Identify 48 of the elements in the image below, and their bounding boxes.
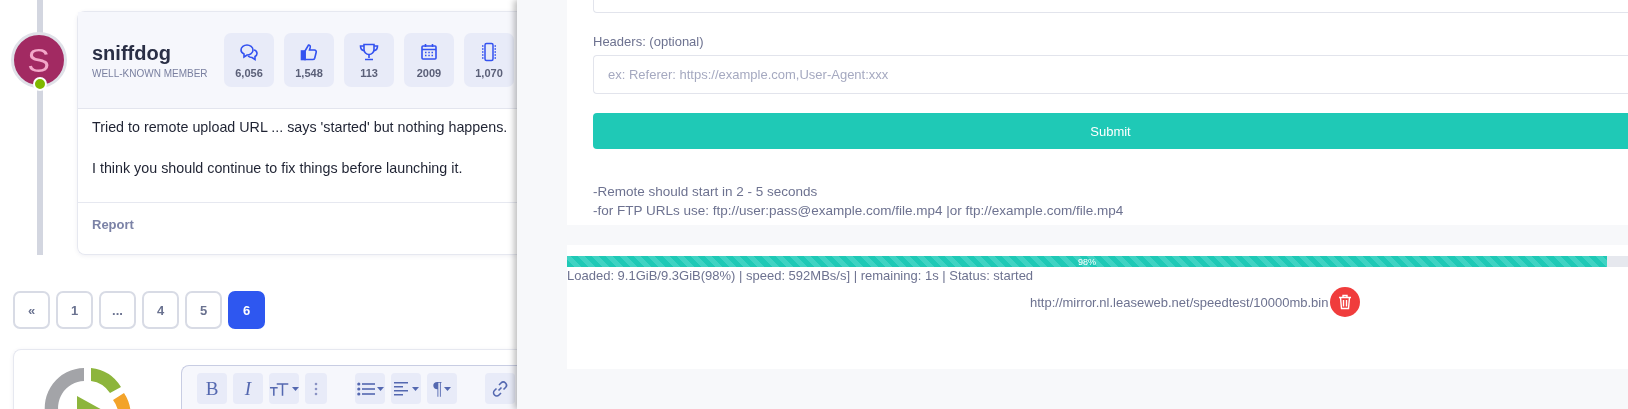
format-button[interactable] [485, 373, 515, 404]
delete-button[interactable] [1330, 287, 1361, 317]
trash-icon [1338, 294, 1353, 310]
bullet-list-icon [356, 381, 375, 396]
align-left-icon [393, 381, 410, 396]
field-label: Headers: (optional) [593, 34, 705, 49]
headers-input[interactable]: ex: Referer: https://example.com,User-Agent:xxx [593, 55, 1628, 94]
caret-icon [292, 386, 299, 391]
text-size-icon [269, 380, 291, 397]
format-button[interactable]: ¶ [427, 373, 457, 404]
caret-icon [443, 386, 451, 391]
help-text: -for FTP URLs use: ftp://user:pass@example.com/file.mp4 |or ftp://example.com/file.mp4 [593, 202, 1125, 220]
help-text: -Remote should start in 2 - 5 seconds [593, 183, 819, 201]
format-button[interactable] [355, 373, 385, 404]
format-button[interactable]: I [233, 373, 263, 404]
stat-value: 113 [360, 66, 378, 79]
transfer-url: http://mirror.nl.leaseweb.net/speedtest/10000mb.bin [1030, 294, 1329, 310]
post-text: Tried to remote upload URL ... says 'started' but nothing happens. [92, 119, 508, 135]
format-button[interactable]: B [197, 373, 227, 404]
thumbs-up-icon [300, 42, 318, 61]
page-button[interactable]: 6 [228, 291, 265, 329]
page-button[interactable]: 5 [185, 291, 222, 329]
page-button[interactable]: « [13, 291, 50, 329]
avatar: S [10, 32, 67, 88]
trophy-icon [359, 42, 379, 61]
member-role: WELL-KNOWN MEMBER [92, 67, 209, 79]
format-button[interactable] [269, 373, 299, 404]
stat-value: 6,056 [235, 66, 263, 79]
report-link[interactable]: Report [92, 217, 134, 232]
progress-percent: 98% [1077, 256, 1096, 267]
post-text: I think you should continue to fix things before launching it. [92, 160, 463, 176]
stat-value: 1,548 [295, 66, 323, 79]
transfer-status: Loaded: 9.1GiB/9.3GiB(98%) | speed: 592MBs/s] | remaining: 1s | Status: started [567, 268, 1035, 283]
caret-icon [376, 386, 384, 391]
stat-value: 1,070 [475, 66, 503, 79]
format-button[interactable] [391, 373, 421, 404]
link-icon [491, 379, 509, 398]
more-options-icon [314, 381, 318, 396]
stat-value: 2009 [416, 66, 442, 79]
device-icon [481, 41, 497, 62]
page-button[interactable]: ... [99, 291, 136, 329]
chat-bubbles-icon [239, 42, 259, 61]
calendar-icon [420, 42, 438, 61]
input-field[interactable] [593, 0, 1628, 13]
page-button[interactable]: 1 [56, 291, 93, 329]
caret-icon [411, 386, 419, 391]
page-button[interactable]: 4 [142, 291, 179, 329]
username[interactable]: sniffdog [92, 41, 224, 65]
